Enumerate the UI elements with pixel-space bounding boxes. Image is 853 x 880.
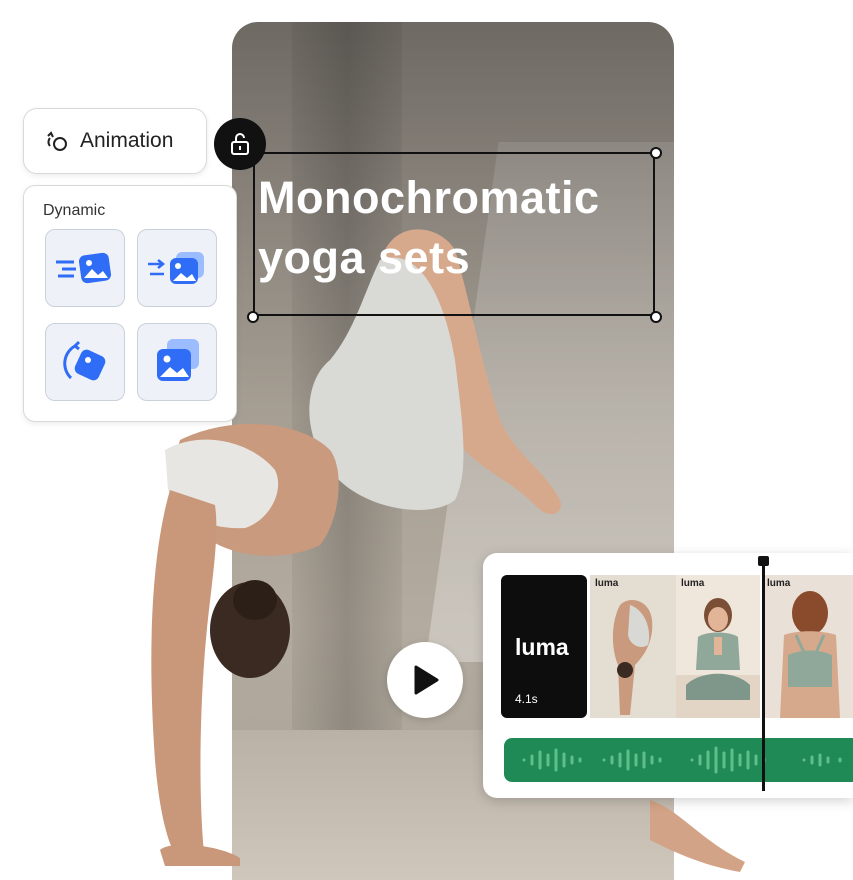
animation-icon xyxy=(47,131,67,151)
preset-rotate-in[interactable] xyxy=(45,323,125,401)
title-clip-duration: 4.1s xyxy=(515,692,538,706)
title-clip[interactable]: luma 4.1s xyxy=(501,575,587,718)
unlock-icon xyxy=(231,133,249,155)
dynamic-title: Dynamic xyxy=(43,202,106,219)
slide-in-image-icon xyxy=(56,252,112,284)
preset-push-stack[interactable] xyxy=(137,229,217,307)
play-button[interactable] xyxy=(387,642,463,718)
animation-button[interactable]: Animation xyxy=(23,108,207,174)
clip-thumbnail[interactable]: luma xyxy=(590,575,676,718)
resize-handle-top-right[interactable] xyxy=(650,147,662,159)
animation-label: Animation xyxy=(80,129,174,152)
playhead[interactable] xyxy=(762,559,765,791)
clip-image xyxy=(590,575,676,718)
clip-thumbnail[interactable]: luma xyxy=(676,575,760,718)
clip-image xyxy=(762,575,853,718)
clip-image xyxy=(676,575,760,718)
unlock-button[interactable] xyxy=(214,118,266,170)
preset-stacked[interactable] xyxy=(137,323,217,401)
resize-handle-bottom-right[interactable] xyxy=(650,311,662,323)
clip-tag: luma xyxy=(767,578,791,589)
preset-slide-in[interactable] xyxy=(45,229,125,307)
audio-track[interactable] xyxy=(504,738,853,782)
timeline-panel: luma 4.1s luma luma luma xyxy=(483,553,853,798)
stacked-images-icon xyxy=(157,339,199,381)
push-stack-image-icon xyxy=(148,252,204,284)
rotate-in-image-icon xyxy=(63,340,106,381)
audio-waveform xyxy=(522,746,842,774)
clip-tag: luma xyxy=(595,578,619,589)
title-clip-logo: luma xyxy=(515,634,569,660)
play-icon xyxy=(414,665,439,695)
text-selection-box[interactable] xyxy=(253,152,655,316)
dynamic-animation-panel: Dynamic xyxy=(23,185,237,422)
resize-handle-bottom-left[interactable] xyxy=(247,311,259,323)
clip-tag: luma xyxy=(681,578,705,589)
clip-thumbnail[interactable]: luma xyxy=(762,575,853,718)
